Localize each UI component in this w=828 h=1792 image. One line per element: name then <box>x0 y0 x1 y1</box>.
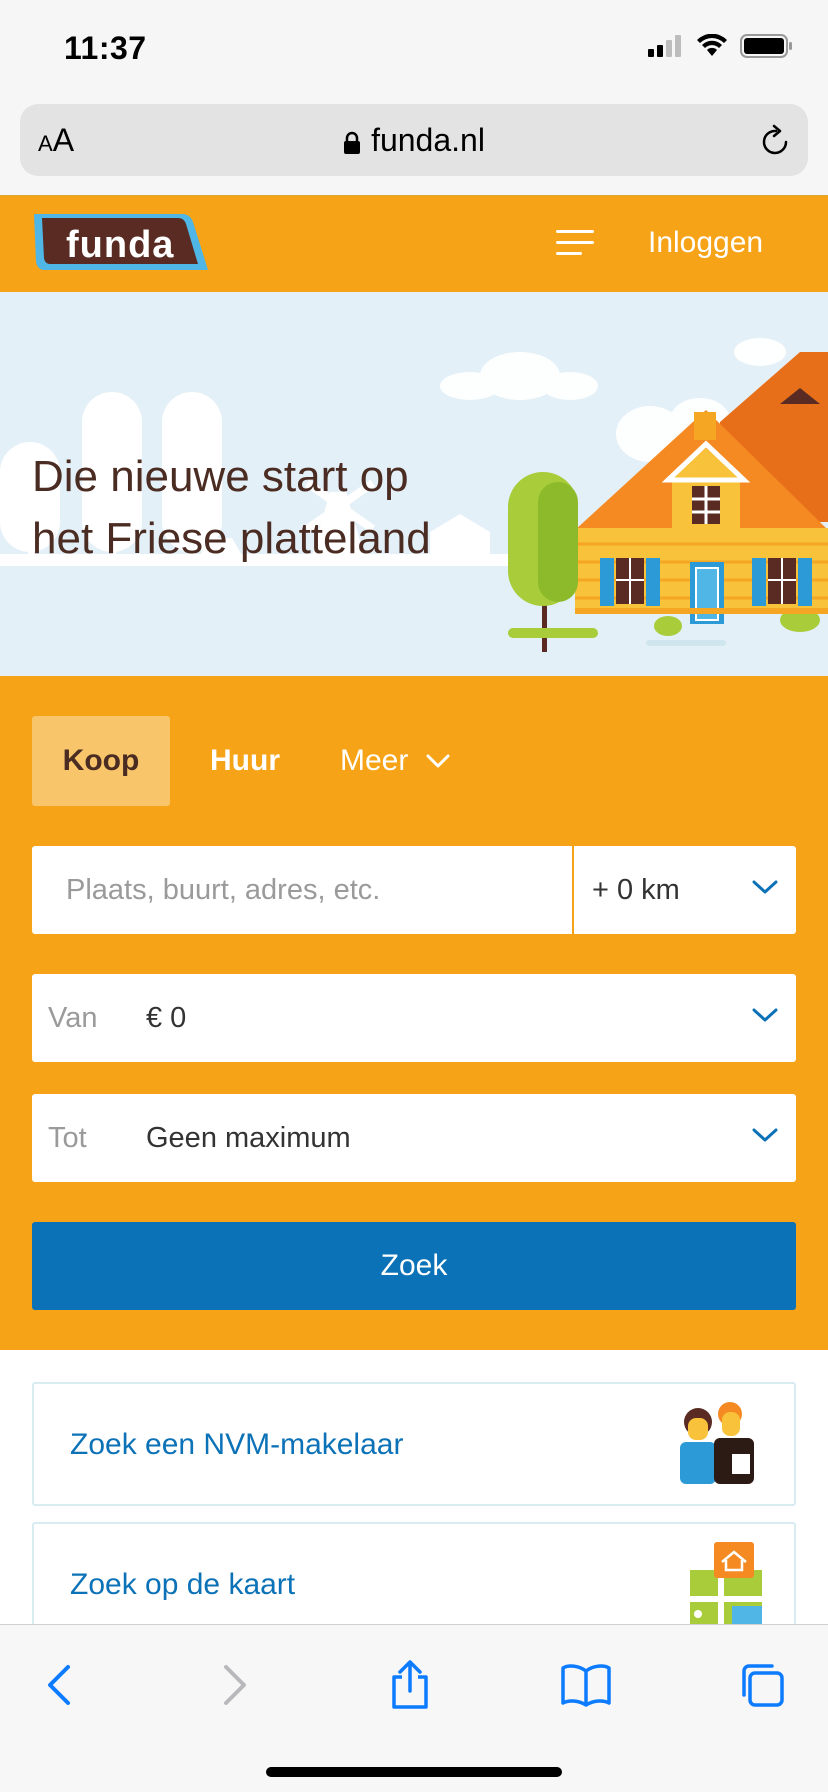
chevron-down-icon <box>752 1128 778 1142</box>
tab-meer[interactable]: Meer <box>340 716 490 806</box>
price-to-value: Geen maximum <box>146 1122 351 1154</box>
hero-banner: Die nieuwe start op het Friese plattelan… <box>0 292 828 676</box>
chevron-down-icon <box>752 1008 778 1022</box>
bookmarks-button[interactable] <box>556 1655 616 1715</box>
hero-title: Die nieuwe start op het Friese plattelan… <box>32 452 431 563</box>
address-bar[interactable]: AA funda.nl <box>20 104 808 176</box>
url-display[interactable]: funda.nl <box>20 122 808 159</box>
tab-huur[interactable]: Huur <box>190 716 300 806</box>
cellular-signal-icon <box>648 35 681 57</box>
site-header: funda Inloggen <box>0 196 828 292</box>
price-from-value: € 0 <box>146 1002 187 1034</box>
tab-koop[interactable]: Koop <box>32 716 170 806</box>
forward-icon <box>224 1665 246 1705</box>
browser-toolbar <box>0 1624 828 1792</box>
reload-icon[interactable] <box>760 124 792 158</box>
bookmarks-icon <box>561 1664 611 1707</box>
search-button[interactable]: Zoek <box>32 1222 796 1310</box>
map-illustration-icon <box>690 1542 762 1630</box>
chevron-down-icon <box>426 754 450 768</box>
search-panel: Koop Huur Meer + 0 km Van € 0 Tot Geen m… <box>0 676 828 1350</box>
lock-icon <box>344 131 361 154</box>
tabs-button[interactable] <box>732 1655 792 1715</box>
share-icon <box>392 1660 428 1709</box>
back-icon <box>48 1665 70 1705</box>
location-search-input[interactable] <box>32 846 572 934</box>
agents-illustration-icon <box>680 1402 754 1484</box>
price-to-label: Tot <box>48 1122 87 1154</box>
price-from-select[interactable]: Van € 0 <box>32 974 796 1062</box>
home-indicator <box>266 1767 562 1777</box>
battery-icon <box>740 34 792 58</box>
url-text: funda.nl <box>371 122 485 158</box>
status-time: 11:37 <box>64 30 147 66</box>
wifi-icon <box>697 34 727 56</box>
back-button[interactable] <box>28 1655 88 1715</box>
price-from-label: Van <box>48 1002 98 1034</box>
hamburger-menu-icon[interactable] <box>556 228 594 258</box>
status-bar: 11:37 <box>0 0 828 98</box>
radius-value: + 0 km <box>592 874 680 906</box>
share-button[interactable] <box>380 1655 440 1715</box>
tabs-icon <box>742 1664 784 1707</box>
chevron-down-icon <box>752 880 778 894</box>
map-search-label: Zoek op de kaart <box>70 1568 296 1601</box>
price-to-select[interactable]: Tot Geen maximum <box>32 1094 796 1182</box>
funda-logo[interactable]: funda <box>30 210 212 281</box>
logo-text: funda <box>66 224 175 266</box>
browser-address-area: AA funda.nl <box>0 98 828 196</box>
forward-button[interactable] <box>206 1655 266 1715</box>
radius-select[interactable]: + 0 km <box>574 846 796 934</box>
status-icons <box>648 34 794 58</box>
location-search-row: + 0 km <box>32 846 796 934</box>
login-link[interactable]: Inloggen <box>648 226 763 260</box>
find-agent-label: Zoek een NVM-makelaar <box>70 1428 404 1461</box>
find-agent-card[interactable]: Zoek een NVM-makelaar <box>32 1382 796 1506</box>
tab-meer-label: Meer <box>340 744 409 777</box>
